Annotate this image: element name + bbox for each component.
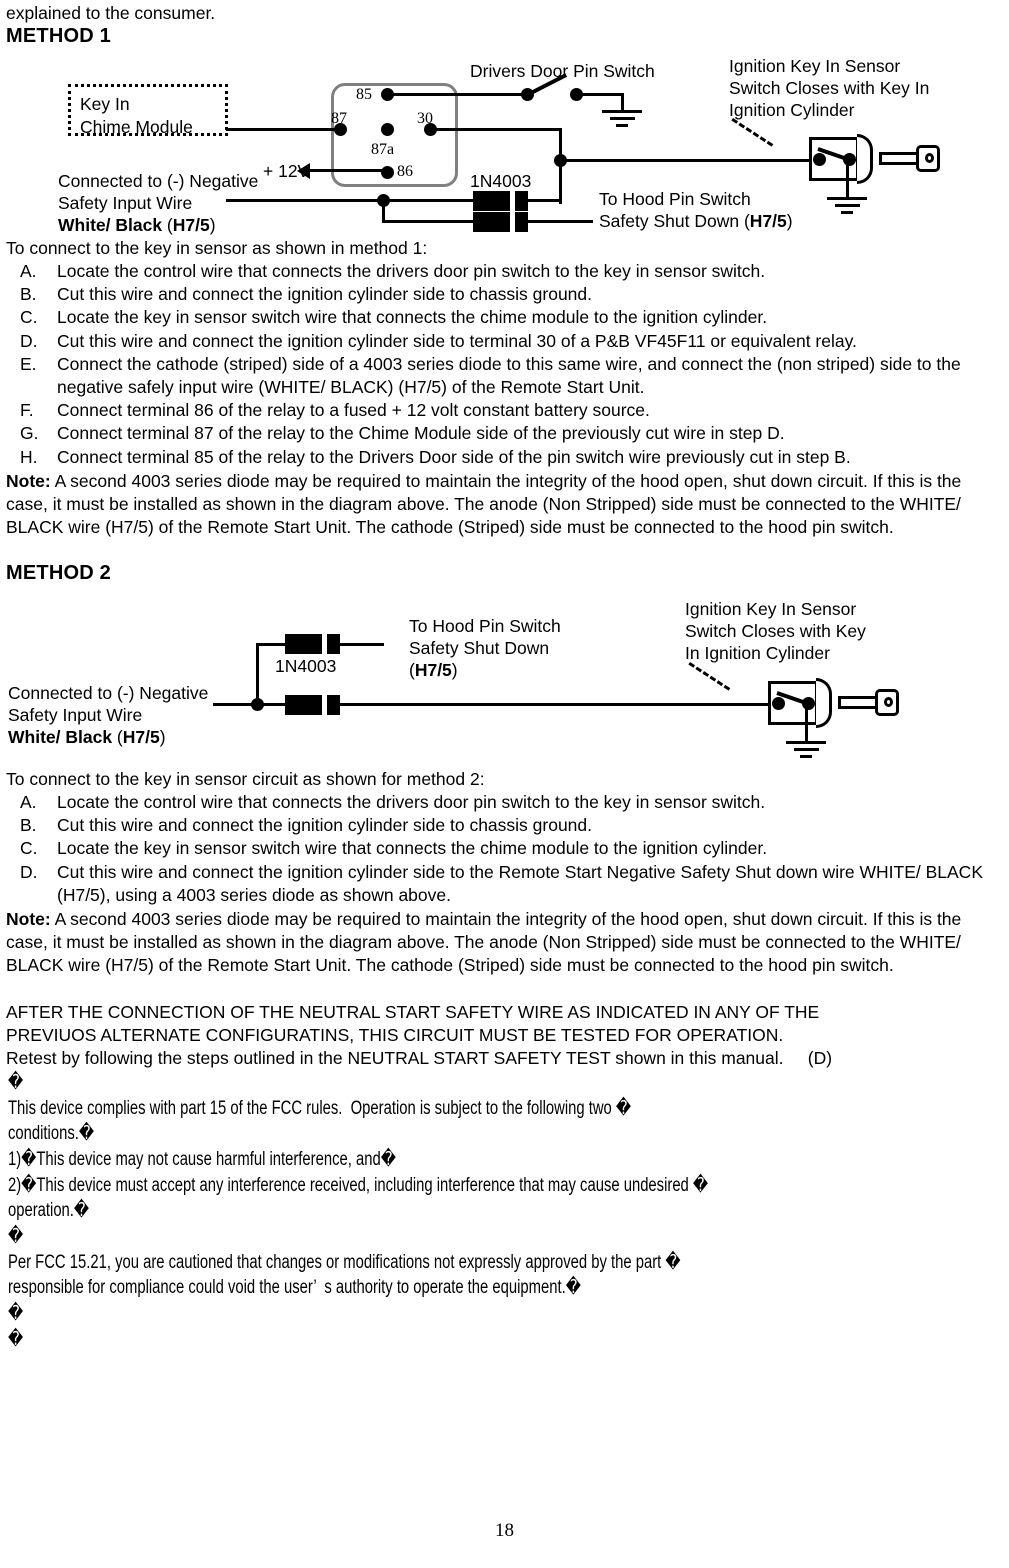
document-page: explained to the consumer. METHOD 1 Key … — [0, 0, 1009, 1568]
wire-lower-diode-to-key-switch-m2 — [339, 703, 771, 706]
list-item: A. Locate the control wire that connects … — [20, 261, 766, 281]
wire-junction-to-key-switch — [560, 159, 812, 162]
ignition-leader-dashed-line — [731, 118, 774, 147]
list-item: C. Locate the key in sensor switch wire t… — [20, 838, 768, 859]
ignition-cylinder-cap — [857, 134, 873, 184]
ignition-leader-dashed-line-m2 — [688, 662, 731, 691]
after-connection-line1: AFTER THE CONNECTION OF THE NEUTRAL STAR… — [6, 1002, 820, 1022]
fcc-line-3: 1)�This device may not cause harmful int… — [8, 1149, 396, 1170]
fcc-line-2: conditions.� — [8, 1123, 95, 1144]
method2-heading: METHOD 2 — [6, 562, 111, 584]
ignition-key-sensor-label-m2: Ignition Key In Sensor Switch Closes with… — [685, 599, 866, 663]
after-connection-line3: Retest by following the steps outlined i… — [6, 1048, 833, 1068]
wire-negative-to-diode1 — [226, 199, 476, 202]
wire-door-switch-to-ground — [576, 93, 624, 96]
list-item: A. Locate the control wire that connects … — [20, 792, 766, 812]
diode-1n4003-lower — [473, 212, 528, 232]
ignition-ground-symbol — [827, 197, 867, 218]
diode-1n4003-upper-m2 — [285, 634, 340, 654]
relay-pin-87a-label: 87a — [371, 141, 395, 158]
diode-1n4003-upper — [473, 191, 528, 211]
wire-branch-to-upper-diode-m2 — [256, 643, 288, 646]
list-item: F. Connect terminal 86 of the relay to a … — [20, 400, 650, 421]
fcc-line-7: responsible for compliance could void th… — [8, 1277, 581, 1298]
wire-pin30-right — [430, 128, 562, 131]
supply-12v-label: + 12V — [263, 161, 310, 181]
diode-label-1n4003: 1N4003 — [470, 171, 532, 191]
page-number: 18 — [495, 1520, 514, 1541]
ignition-switch-left-terminal — [813, 153, 826, 166]
list-item: H. Connect terminal 85 of the relay to th… — [20, 446, 851, 467]
negative-safety-input-label-m2: Connected to (-) Negative Safety Input Wi… — [8, 683, 209, 747]
ignition-ground-symbol-m2 — [786, 741, 826, 762]
fcc-line-5: operation.� — [8, 1200, 90, 1221]
ignition-cylinder-cap-m2 — [816, 678, 832, 728]
wire-ignition-to-ground-m2 — [805, 709, 808, 741]
wire-ignition-to-ground — [846, 165, 849, 197]
method1-steps-list: A. Locate the control wire that connects … — [20, 260, 1009, 469]
ignition-switch-left-terminal-m2 — [772, 697, 785, 710]
method1-note: Note: A second 4003 series diode may be … — [6, 471, 962, 538]
method1-diagram: Key In Chime Module 85 87 30 87a 86 Drive… — [0, 0, 1009, 240]
list-item: D. Cut this wire and connect the ignition… — [20, 861, 983, 905]
relay-pin-85-label: 85 — [356, 86, 372, 103]
method2-steps-list: A. Locate the control wire that connects … — [20, 791, 1009, 907]
ignition-key-sensor-label: Ignition Key In Sensor Switch Closes with… — [729, 56, 930, 120]
method1-intro: To connect to the key in sensor as shown… — [6, 238, 428, 258]
wire-diode2-to-hood — [527, 220, 593, 223]
after-connection-line2: PREVIUOS ALTERNATE CONFIGURATINS, THIS C… — [6, 1025, 784, 1045]
chime-module-label: Key In Chime Module — [80, 94, 193, 137]
negative-safety-input-label: Connected to (-) Negative Safety Input Wi… — [58, 171, 259, 235]
list-item: G. Connect terminal 87 of the relay to th… — [20, 423, 785, 444]
wire-branch-up-m2 — [256, 643, 259, 705]
list-item: B. Cut this wire and connect the ignition… — [20, 815, 593, 836]
wire-pin86-to-12v — [303, 169, 383, 172]
method2-diagram: Connected to (-) Negative Safety Input Wi… — [0, 590, 1009, 770]
hood-pin-switch-label-m2: To Hood Pin Switch Safety Shut Down (H7/5) — [409, 616, 561, 680]
fcc-blank-2: � — [8, 1225, 24, 1247]
wire-upper-diode-to-hood-m2 — [339, 643, 384, 646]
relay-pin-86-label: 86 — [397, 163, 413, 180]
method2-note: Note: A second 4003 series diode may be … — [6, 909, 962, 976]
fcc-blank-4: � — [8, 1328, 24, 1350]
fcc-line-4: 2)�This device must accept any interfere… — [8, 1175, 709, 1196]
fcc-blank-1: � — [8, 1071, 24, 1093]
wire-negative-to-diode2 — [382, 220, 476, 223]
list-item: B. Cut this wire and connect the ignition… — [20, 284, 593, 305]
wire-pin85-to-door-switch — [387, 93, 527, 96]
list-item: D. Cut this wire and connect the ignition… — [20, 330, 857, 351]
key-shaft — [879, 152, 919, 165]
relay-pin-87a-dot — [381, 123, 394, 136]
fcc-blank-3: � — [8, 1302, 24, 1324]
door-switch-ground-symbol — [602, 110, 642, 131]
list-item: E. Connect the cathode (striped) side of … — [20, 353, 961, 398]
method2-intro: To connect to the key in sensor circuit … — [6, 769, 485, 789]
wire-module-to-pin87 — [226, 128, 338, 131]
key-hole — [925, 153, 934, 163]
hood-pin-switch-label: To Hood Pin Switch Safety Shut Down (H7/5… — [599, 189, 793, 231]
wire-door-switch-ground-drop — [621, 93, 624, 110]
key-shaft-m2 — [838, 696, 878, 709]
wire-negative-main-m2 — [213, 703, 286, 706]
fcc-line-6: Per FCC 15.21, you are cautioned that ch… — [8, 1252, 681, 1273]
drivers-door-pin-switch-label: Drivers Door Pin Switch — [470, 61, 655, 81]
list-item: C. Locate the key in sensor switch wire t… — [20, 307, 768, 328]
diode-1n4003-lower-m2 — [285, 695, 340, 715]
diode-label-1n4003-m2: 1N4003 — [275, 656, 337, 676]
fcc-line-1: This device complies with part 15 of the… — [8, 1098, 632, 1119]
wire-diode1-to-node — [527, 199, 561, 202]
key-in-chime-module-box: Key In Chime Module — [68, 84, 228, 137]
relay-pin-86-dot — [381, 166, 394, 179]
key-hole-m2 — [884, 697, 893, 707]
